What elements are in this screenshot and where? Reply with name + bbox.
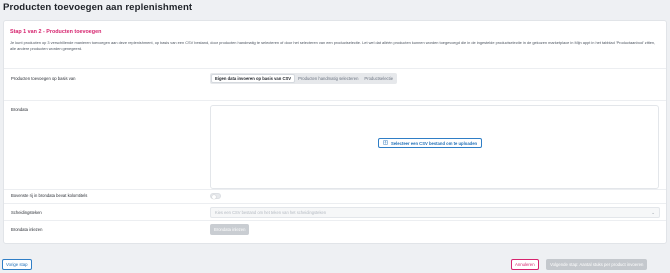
cancel-button[interactable]: Annuleren [511, 259, 539, 270]
separator-placeholder: Kies een CSV bestand om het teken van he… [215, 210, 327, 215]
source-label: Brondata [11, 107, 28, 112]
upload-label: Selecteer een CSV bestand om te uploaden [391, 140, 478, 146]
previous-step-button[interactable]: Vorige stap [2, 259, 32, 270]
divider [4, 100, 666, 101]
method-label: Producten toevoegen op basis van [11, 76, 76, 81]
header-row-label: Bovenste rij in brondata bevat kolomtite… [11, 193, 88, 198]
separator-label: Scheidingsteken [11, 210, 42, 215]
import-button[interactable]: Brondata inlezen [210, 224, 250, 235]
csv-dropzone[interactable]: Selecteer een CSV bestand om te uploaden [210, 105, 659, 189]
import-label: Brondata inlezen [11, 227, 43, 232]
upload-csv-button[interactable]: Selecteer een CSV bestand om te uploaden [378, 138, 483, 148]
upload-icon [383, 140, 388, 146]
chevron-down-icon: ⌄ [651, 210, 655, 215]
divider [4, 68, 666, 69]
method-tabs: Eigen data invoeren op basis van CSV Pro… [210, 73, 398, 84]
step-title: Stap 1 van 2 - Producten toevoegen [10, 29, 102, 35]
tab-csv[interactable]: Eigen data invoeren op basis van CSV [211, 74, 296, 83]
divider [4, 220, 666, 221]
divider [4, 203, 666, 204]
tab-manual[interactable]: Producten handmatig selecteren [295, 74, 361, 83]
step-intro: Je kunt producten op 3 verschillende man… [10, 40, 656, 51]
next-step-button[interactable]: Volgende stap: Aantal stuks per product … [546, 259, 648, 270]
tab-selection[interactable]: Productselectie [361, 74, 396, 83]
separator-select[interactable]: Kies een CSV bestand om het teken van he… [210, 207, 660, 218]
header-row-toggle[interactable] [210, 193, 221, 199]
divider [4, 189, 666, 190]
page-title: Producten toevoegen aan replenishment [3, 2, 193, 13]
add-products-card: Stap 1 van 2 - Producten toevoegen Je ku… [3, 20, 667, 244]
